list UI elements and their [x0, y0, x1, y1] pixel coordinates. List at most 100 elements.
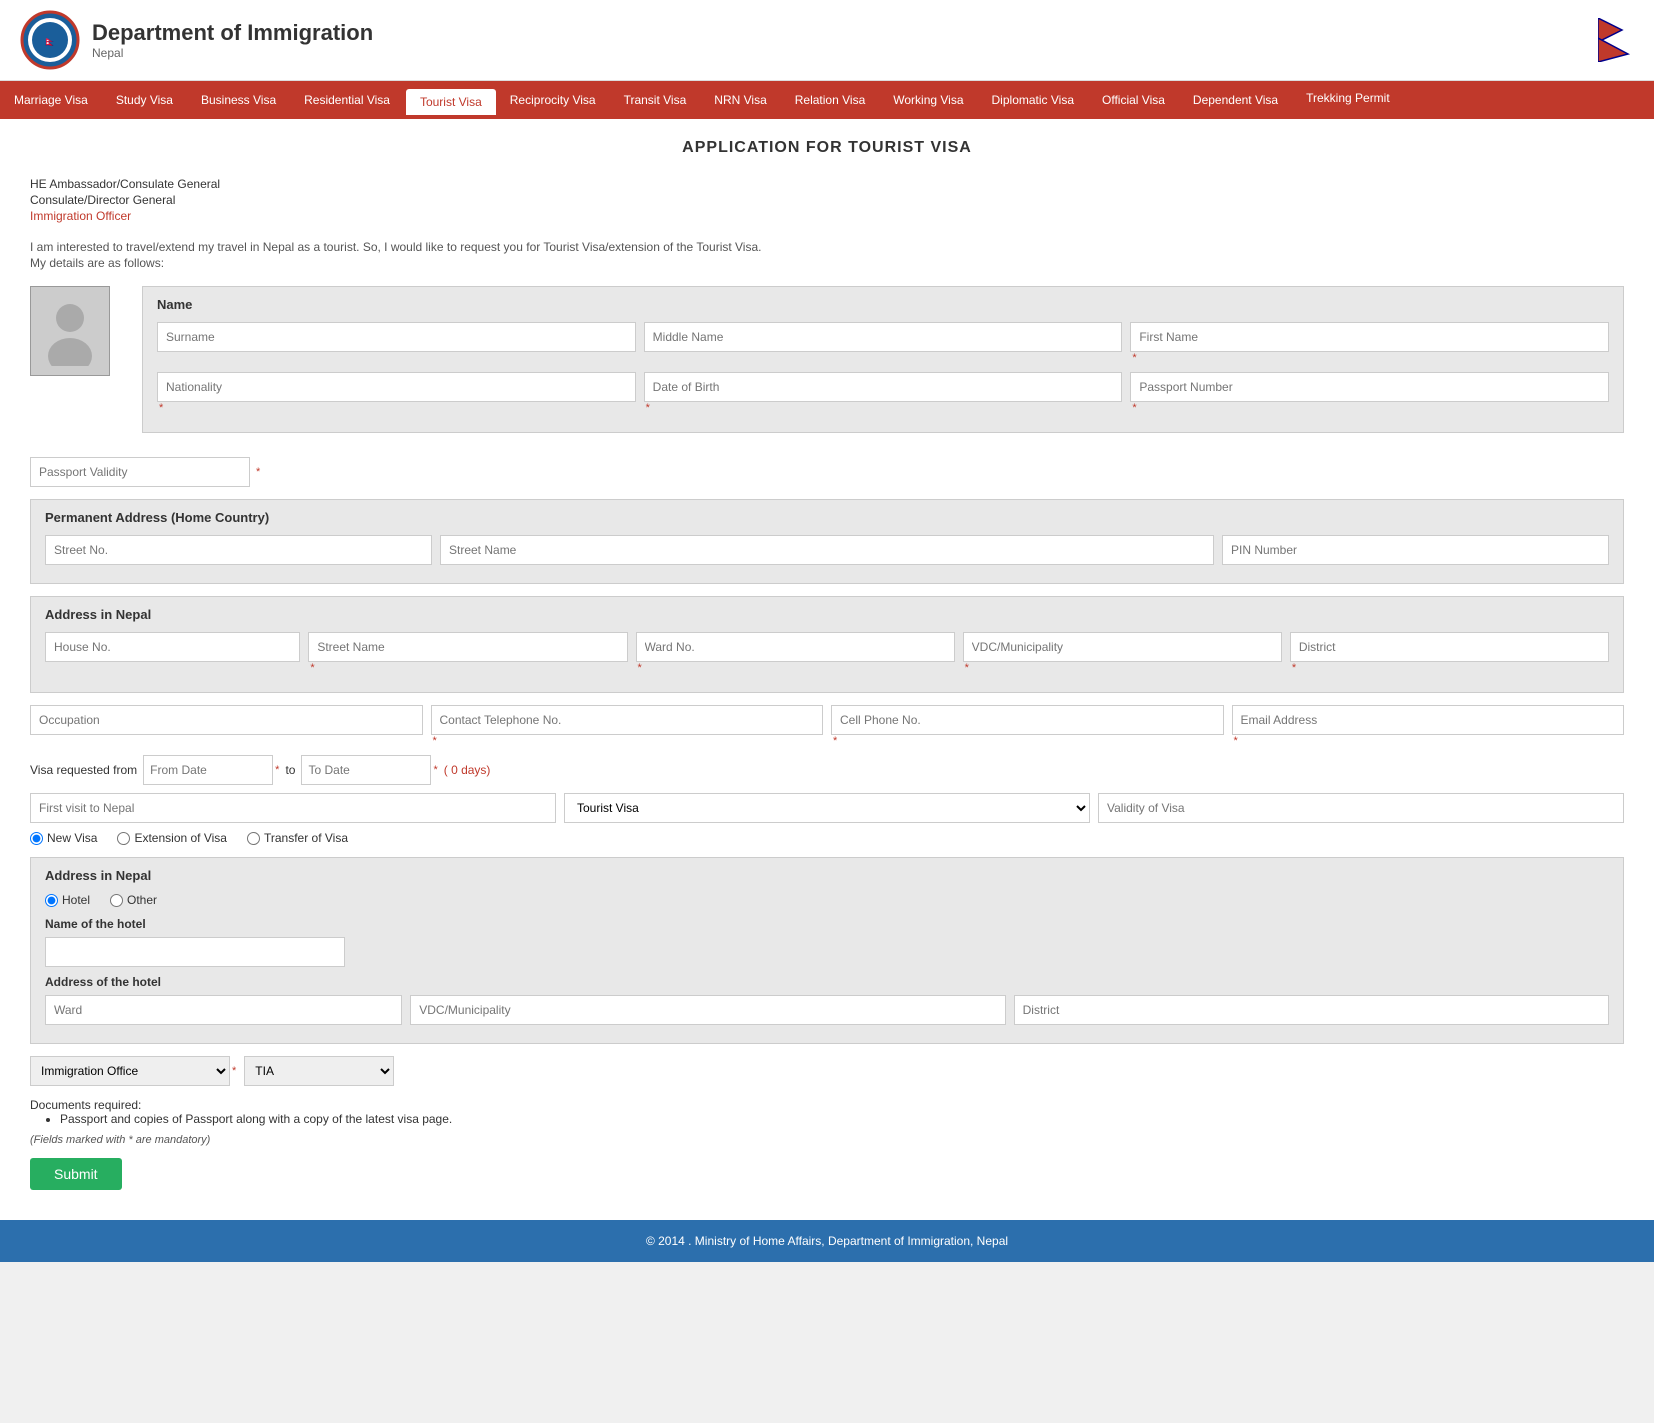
- ward-no-group: *: [636, 632, 955, 674]
- nav-transit-visa[interactable]: Transit Visa: [610, 83, 701, 117]
- house-no-group: [45, 632, 300, 674]
- middle-name-group: [644, 322, 1123, 364]
- name-section-title: Name: [157, 297, 1609, 312]
- cell-phone-group: *: [831, 705, 1224, 747]
- from-date-input[interactable]: [143, 755, 273, 785]
- cell-phone-input[interactable]: [831, 705, 1224, 735]
- nav-working-visa[interactable]: Working Visa: [879, 83, 977, 117]
- nationality-input[interactable]: [157, 372, 636, 402]
- nepal-street-name-input[interactable]: [308, 632, 627, 662]
- hotel-name-input[interactable]: [45, 937, 345, 967]
- email-group: *: [1232, 705, 1625, 747]
- new-visa-label[interactable]: New Visa: [30, 831, 97, 845]
- extension-visa-radio[interactable]: [117, 832, 130, 845]
- occupation-group: [30, 705, 423, 747]
- cell-phone-required: *: [833, 735, 1224, 747]
- first-name-input[interactable]: [1130, 322, 1609, 352]
- first-name-required: *: [1132, 352, 1609, 364]
- nav-official-visa[interactable]: Official Visa: [1088, 83, 1179, 117]
- hotel-district-input[interactable]: [1014, 995, 1609, 1025]
- validity-of-visa-input[interactable]: [1098, 793, 1624, 823]
- nav-row2: Trekking Permit: [1292, 81, 1404, 119]
- street-no-input[interactable]: [45, 535, 432, 565]
- immigration-office-required: *: [232, 1065, 236, 1077]
- surname-input[interactable]: [157, 322, 636, 352]
- docs-label: Documents required:: [30, 1098, 1624, 1112]
- occupation-input[interactable]: [30, 705, 423, 735]
- ward-no-required: *: [638, 662, 955, 674]
- immigration-office-select[interactable]: Immigration Office Kathmandu Office Pokh…: [30, 1056, 230, 1086]
- district-input[interactable]: [1290, 632, 1609, 662]
- navigation: Marriage Visa Study Visa Business Visa R…: [0, 81, 1654, 119]
- hotel-section: Address in Nepal Hotel Other Name of the…: [30, 857, 1624, 1044]
- footer: © 2014 . Ministry of Home Affairs, Depar…: [0, 1220, 1654, 1262]
- nav-diplomatic-visa[interactable]: Diplomatic Visa: [978, 83, 1088, 117]
- email-input[interactable]: [1232, 705, 1625, 735]
- nav-tourist-visa[interactable]: Tourist Visa: [406, 89, 496, 115]
- vdc-municipality-input[interactable]: [963, 632, 1282, 662]
- hotel-vdc-input[interactable]: [410, 995, 1005, 1025]
- hotel-radio[interactable]: [45, 894, 58, 907]
- other-label[interactable]: Other: [110, 893, 157, 907]
- hotel-vdc-group: [410, 995, 1005, 1025]
- immigration-office-row: Immigration Office Kathmandu Office Pokh…: [30, 1056, 1624, 1086]
- extension-visa-label[interactable]: Extension of Visa: [117, 831, 227, 845]
- house-no-input[interactable]: [45, 632, 300, 662]
- transfer-visa-radio[interactable]: [247, 832, 260, 845]
- passport-number-group: *: [1130, 372, 1609, 414]
- passport-number-required: *: [1132, 402, 1609, 414]
- dob-input[interactable]: [644, 372, 1123, 402]
- site-title: Department of Immigration: [92, 20, 373, 46]
- nav-relation-visa[interactable]: Relation Visa: [781, 83, 880, 117]
- vdc-required: *: [965, 662, 1282, 674]
- nav-residential-visa[interactable]: Residential Visa: [290, 83, 404, 117]
- nav-trekking-permit[interactable]: Trekking Permit: [1292, 81, 1404, 115]
- nav-study-visa[interactable]: Study Visa: [102, 83, 187, 117]
- nav-marriage-visa[interactable]: Marriage Visa: [0, 83, 102, 117]
- passport-number-input[interactable]: [1130, 372, 1609, 402]
- docs-section: Documents required: Passport and copies …: [30, 1098, 1624, 1126]
- email-required: *: [1234, 735, 1625, 747]
- photo-name-row: Name * * *: [30, 286, 1624, 445]
- nepal-address-fields: * * * *: [45, 632, 1609, 674]
- nationality-dob-passport-row: * * *: [157, 372, 1609, 414]
- middle-name-input[interactable]: [644, 322, 1123, 352]
- tia-select[interactable]: TIA BHR POK: [244, 1056, 394, 1086]
- pin-number-group: [1222, 535, 1609, 565]
- submit-button[interactable]: Submit: [30, 1158, 122, 1190]
- passport-validity-input[interactable]: [30, 457, 250, 487]
- nav-dependent-visa[interactable]: Dependent Visa: [1179, 83, 1292, 117]
- contact-phone-input[interactable]: [431, 705, 824, 735]
- passport-validity-required: *: [256, 466, 260, 478]
- contact-phone-group: *: [431, 705, 824, 747]
- other-radio[interactable]: [110, 894, 123, 907]
- hotel-ward-group: [45, 995, 402, 1025]
- visa-type-radio-group: New Visa Extension of Visa Transfer of V…: [30, 831, 1624, 845]
- hotel-ward-input[interactable]: [45, 995, 402, 1025]
- surname-group: [157, 322, 636, 364]
- nav-business-visa[interactable]: Business Visa: [187, 83, 290, 117]
- transfer-visa-label[interactable]: Transfer of Visa: [247, 831, 348, 845]
- hotel-label[interactable]: Hotel: [45, 893, 90, 907]
- nepal-emblem-icon: 🇳🇵: [20, 10, 80, 70]
- first-visit-input[interactable]: [30, 793, 556, 823]
- new-visa-radio[interactable]: [30, 832, 43, 845]
- footer-text: © 2014 . Ministry of Home Affairs, Depar…: [646, 1234, 1008, 1248]
- passport-validity-row: *: [30, 457, 1624, 487]
- nav-nrn-visa[interactable]: NRN Visa: [700, 83, 780, 117]
- from-date-wrapper: *: [143, 755, 279, 785]
- hotel-section-title: Address in Nepal: [45, 868, 1609, 883]
- nepal-street-name-group: *: [308, 632, 627, 674]
- to-date-input[interactable]: [301, 755, 431, 785]
- visa-type-group: Tourist Visa Business Visa Transit Visa: [564, 793, 1090, 823]
- pin-number-input[interactable]: [1222, 535, 1609, 565]
- street-name-input[interactable]: [440, 535, 1214, 565]
- header: 🇳🇵 Department of Immigration Nepal: [0, 0, 1654, 81]
- district-group: *: [1290, 632, 1609, 674]
- header-left: 🇳🇵 Department of Immigration Nepal: [20, 10, 373, 70]
- hotel-name-label: Name of the hotel: [45, 917, 1609, 931]
- visa-type-select[interactable]: Tourist Visa Business Visa Transit Visa: [564, 793, 1090, 823]
- ward-no-input[interactable]: [636, 632, 955, 662]
- hotel-other-radio-group: Hotel Other: [45, 893, 1609, 907]
- nav-reciprocity-visa[interactable]: Reciprocity Visa: [496, 83, 610, 117]
